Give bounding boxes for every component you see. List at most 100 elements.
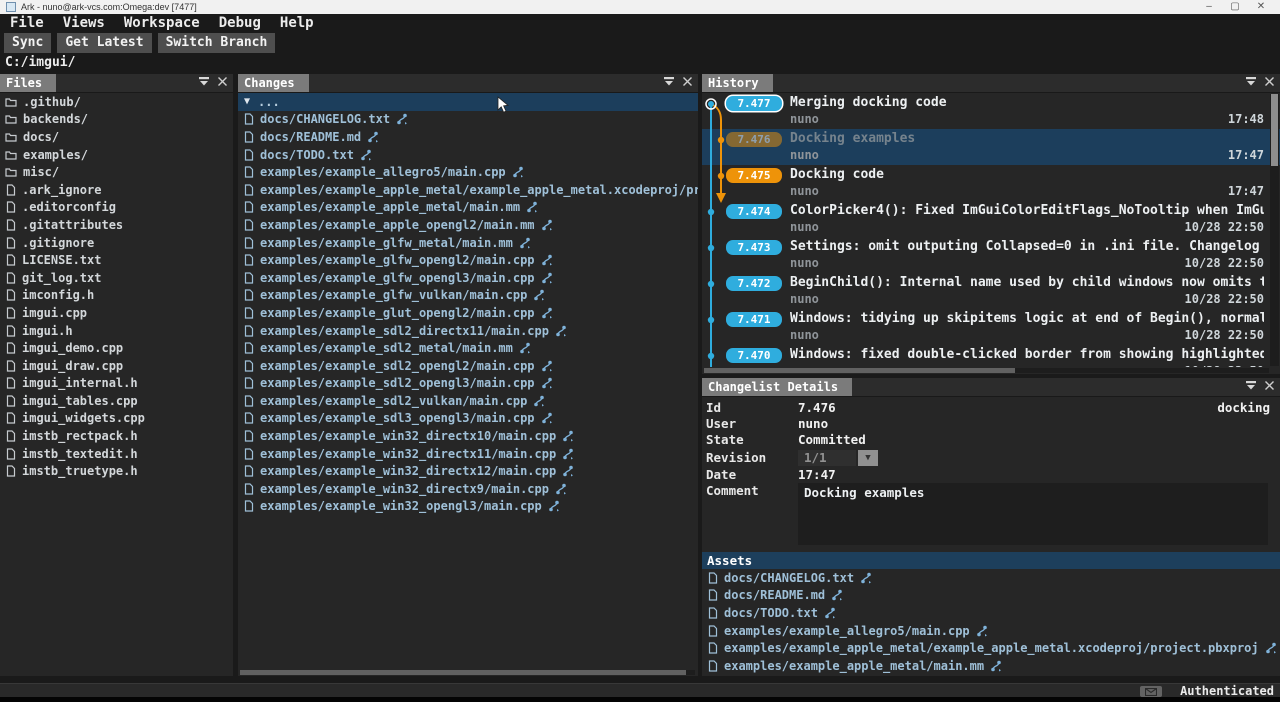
changed-file-row[interactable]: docs/TODO.txt [238,146,698,164]
history-entry[interactable]: 7.470 Windows: fixed double-clicked bord… [702,345,1280,367]
changed-file-path: docs/CHANGELOG.txt [260,112,390,126]
assets-header[interactable]: Assets [702,552,1280,569]
history-entry[interactable]: 7.473 Settings: omit outputing Collapsed… [702,237,1280,273]
files-panel: Files .github/ backends/ [0,74,233,676]
changed-file-row[interactable]: examples/example_apple_opengl2/main.mm [238,216,698,234]
commit-author: nuno [790,220,819,234]
file-name: .ark_ignore [22,183,101,197]
file-row[interactable]: imgui_tables.cpp [0,392,233,410]
changed-file-row[interactable]: examples/example_sdl3_opengl3/main.cpp [238,410,698,428]
folder-row[interactable]: misc/ [0,163,233,181]
changed-file-row[interactable]: examples/example_glfw_metal/main.mm [238,234,698,252]
changed-file-row[interactable]: docs/README.md [238,128,698,146]
history-entry[interactable]: 7.471 Windows: tidying up skipitems logi… [702,309,1280,345]
filter-icon[interactable] [1245,380,1257,391]
git-branch-icon [824,607,836,619]
asset-row[interactable]: examples/example_apple_metal/example_app… [702,639,1280,657]
changed-file-row[interactable]: examples/example_sdl2_opengl2/main.cpp [238,357,698,375]
folder-row[interactable]: backends/ [0,111,233,129]
changed-file-row[interactable]: examples/example_glfw_opengl3/main.cpp [238,269,698,287]
history-entry[interactable]: 7.477 Merging docking code nuno 17:48 [702,93,1280,129]
file-row[interactable]: imgui_draw.cpp [0,357,233,375]
file-row[interactable]: imstb_rectpack.h [0,427,233,445]
changed-file-row[interactable]: examples/example_apple_metal/example_app… [238,181,698,199]
menu-item[interactable]: Workspace [124,15,200,31]
filter-icon[interactable] [1245,76,1257,87]
menu-item[interactable]: File [10,15,44,31]
file-row[interactable]: imgui_demo.cpp [0,339,233,357]
menu-item[interactable]: Views [63,15,105,31]
toolbar-button[interactable]: Switch Branch [158,33,276,53]
file-row[interactable]: imconfig.h [0,287,233,305]
minimize-icon[interactable]: – [1196,0,1222,14]
file-row[interactable]: git_log.txt [0,269,233,287]
changed-file-row[interactable]: examples/example_glfw_vulkan/main.cpp [238,287,698,305]
changed-file-row[interactable]: examples/example_apple_metal/main.mm [238,199,698,217]
file-row[interactable]: LICENSE.txt [0,251,233,269]
file-row[interactable]: imgui_internal.h [0,375,233,393]
toolbar: Sync Get Latest Switch Branch [4,33,275,53]
asset-row[interactable]: docs/README.md [702,587,1280,605]
horizontal-scrollbar[interactable] [240,670,695,675]
asset-row[interactable]: examples/example_apple_metal/main.mm [702,657,1280,675]
filter-icon[interactable] [198,76,210,87]
close-window-icon[interactable]: ✕ [1248,0,1274,14]
close-icon[interactable] [217,76,228,87]
filter-icon[interactable] [663,76,675,87]
file-icon [243,325,254,337]
file-icon [243,483,254,495]
close-icon[interactable] [1264,76,1275,87]
changed-file-row[interactable]: examples/example_win32_directx12/main.cp… [238,462,698,480]
file-row[interactable]: .gitattributes [0,216,233,234]
history-entry[interactable]: 7.475 Docking code nuno 17:47 [702,165,1280,201]
changed-file-row[interactable]: examples/example_sdl2_metal/main.mm [238,339,698,357]
history-entry[interactable]: 7.476 Docking examples nuno 17:47 [702,129,1280,165]
close-icon[interactable] [682,76,693,87]
close-icon[interactable] [1264,380,1275,391]
changed-file-row[interactable]: examples/example_allegro5/main.cpp [238,163,698,181]
file-row[interactable]: imstb_truetype.h [0,462,233,480]
toolbar-button[interactable]: Sync [4,33,51,53]
file-name: .gitattributes [22,218,123,232]
toolbar-button[interactable]: Get Latest [57,33,151,53]
user-value: nuno [798,416,828,432]
file-icon [5,325,16,337]
changed-file-row[interactable]: examples/example_glut_opengl2/main.cpp [238,304,698,322]
commit-time: 17:47 [1228,148,1264,162]
changed-file-row[interactable]: examples/example_sdl2_directx11/main.cpp [238,322,698,340]
file-row[interactable]: imstb_textedit.h [0,445,233,463]
changed-file-row[interactable]: examples/example_sdl2_vulkan/main.cpp [238,392,698,410]
vertical-scrollbar[interactable] [1270,94,1279,366]
changed-file-row[interactable]: examples/example_win32_opengl3/main.cpp [238,498,698,516]
file-row[interactable]: imgui.cpp [0,304,233,322]
file-row[interactable]: .ark_ignore [0,181,233,199]
history-entry[interactable]: 7.474 ColorPicker4(): Fixed ImGuiColorEd… [702,201,1280,237]
envelope-icon[interactable] [1140,686,1162,697]
asset-row[interactable]: examples/example_allegro5/main.cpp [702,622,1280,640]
changed-file-row[interactable]: examples/example_sdl2_opengl3/main.cpp [238,375,698,393]
folder-row[interactable]: .github/ [0,93,233,111]
file-row[interactable]: .editorconfig [0,199,233,217]
revision-dropdown[interactable]: ▼ [858,450,878,466]
history-entry[interactable]: 7.472 BeginChild(): Internal name used b… [702,273,1280,309]
asset-row[interactable]: docs/TODO.txt [702,604,1280,622]
menu-item[interactable]: Help [280,15,314,31]
changed-file-row[interactable]: examples/example_win32_directx10/main.cp… [238,427,698,445]
folder-row[interactable]: docs/ [0,128,233,146]
changed-file-row[interactable]: examples/example_win32_directx9/main.cpp [238,480,698,498]
horizontal-scrollbar[interactable] [704,368,1269,373]
folder-row[interactable]: examples/ [0,146,233,164]
commit-comment: Windows: fixed double-clicked border fro… [790,347,1264,362]
file-row[interactable]: .gitignore [0,234,233,252]
file-row[interactable]: imgui.h [0,322,233,340]
maximize-icon[interactable]: ▢ [1222,0,1248,14]
comment-field[interactable]: Docking examples [798,483,1268,545]
changed-file-row[interactable]: examples/example_glfw_opengl2/main.cpp [238,251,698,269]
changed-file-row[interactable]: examples/example_win32_directx11/main.cp… [238,445,698,463]
changes-group-row[interactable]: ▼ ... [238,93,698,111]
changed-file-row[interactable]: docs/CHANGELOG.txt [238,111,698,129]
menu-item[interactable]: Debug [219,15,261,31]
file-row[interactable]: imgui_widgets.cpp [0,410,233,428]
auth-status: Authenticated [1180,684,1274,698]
asset-row[interactable]: docs/CHANGELOG.txt [702,569,1280,587]
